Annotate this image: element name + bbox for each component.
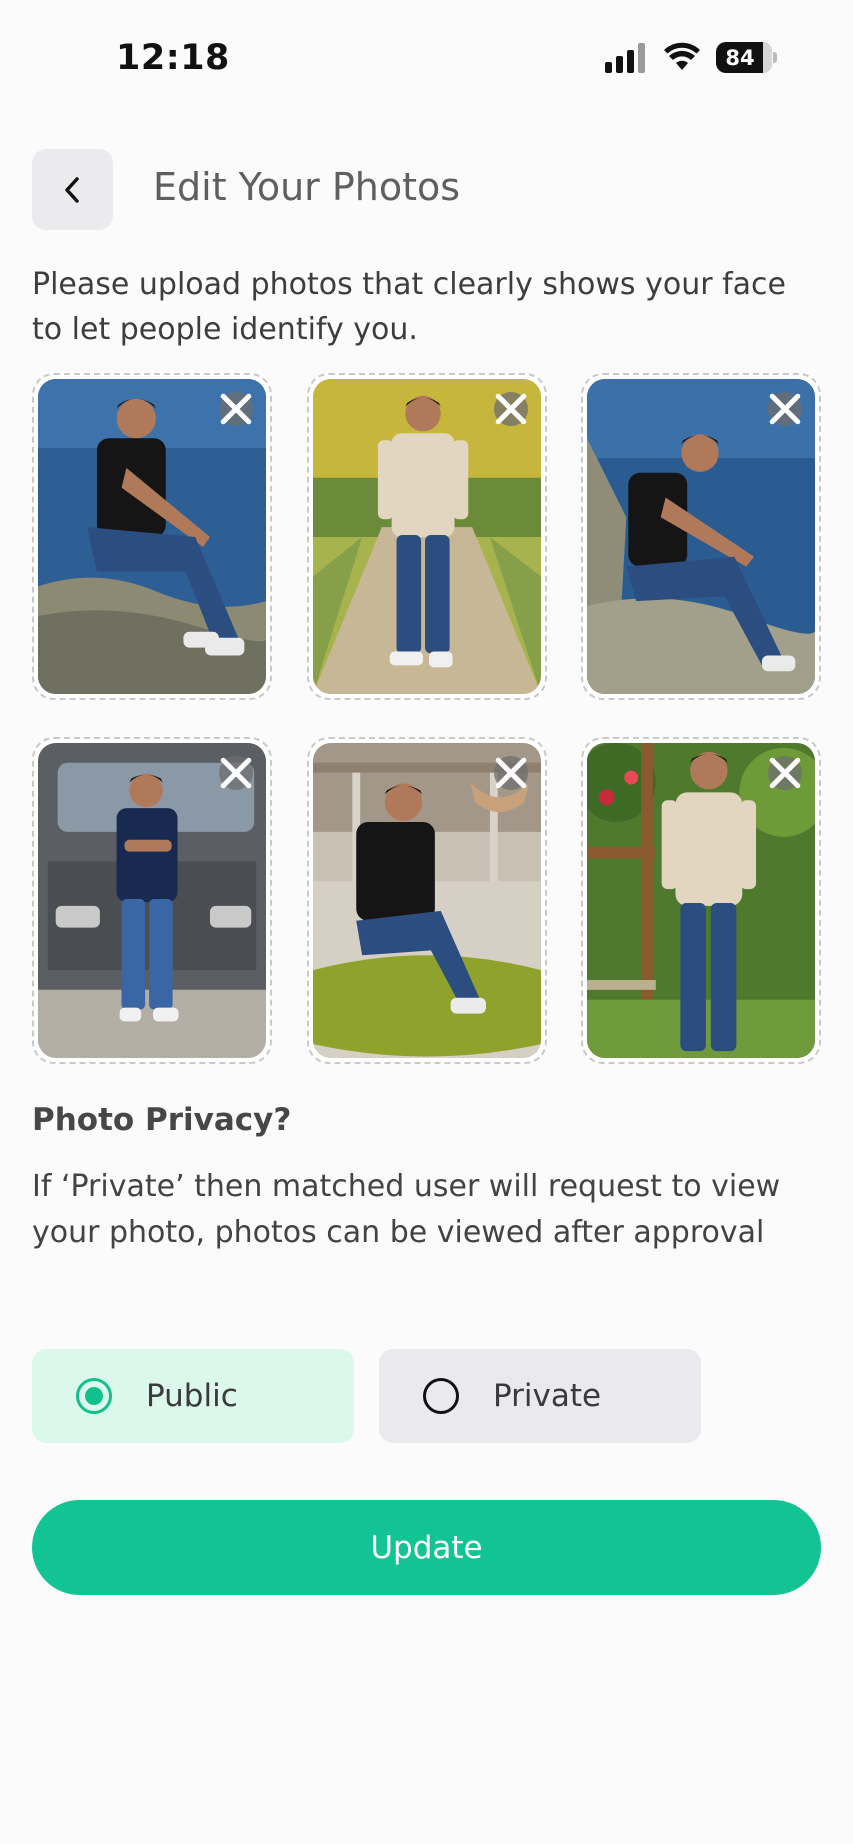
edit-photos-screen: 12:18 84 Edit Your Photos Please upload … bbox=[0, 0, 853, 1844]
photo bbox=[38, 743, 266, 1058]
wifi-icon bbox=[664, 42, 700, 70]
close-icon bbox=[769, 757, 801, 789]
battery-icon: 84 bbox=[716, 42, 777, 73]
remove-photo-button[interactable] bbox=[768, 392, 802, 426]
battery-percent: 84 bbox=[725, 45, 755, 70]
photo-tile[interactable] bbox=[307, 373, 547, 700]
status-bar: 12:18 84 bbox=[0, 0, 853, 110]
photo-tile[interactable] bbox=[581, 373, 821, 700]
privacy-description: If ‘Private’ then matched user will requ… bbox=[32, 1169, 781, 1250]
remove-photo-button[interactable] bbox=[219, 756, 253, 790]
back-button[interactable] bbox=[32, 149, 113, 230]
remove-photo-button[interactable] bbox=[768, 756, 802, 790]
close-icon bbox=[220, 393, 252, 425]
radio-selected-icon[interactable] bbox=[76, 1378, 112, 1414]
photo bbox=[587, 379, 815, 694]
photo bbox=[587, 743, 815, 1058]
close-icon bbox=[220, 757, 252, 789]
photo-tile[interactable] bbox=[307, 737, 547, 1064]
remove-photo-button[interactable] bbox=[219, 392, 253, 426]
page-title: Edit Your Photos bbox=[153, 165, 461, 209]
photo bbox=[313, 743, 541, 1058]
privacy-option-label: Public bbox=[146, 1378, 238, 1414]
chevron-left-icon bbox=[64, 176, 79, 203]
photo-tile[interactable] bbox=[32, 737, 272, 1064]
close-icon bbox=[495, 757, 527, 789]
status-time: 12:18 bbox=[116, 38, 230, 78]
remove-photo-button[interactable] bbox=[494, 756, 528, 790]
photo-tile[interactable] bbox=[581, 737, 821, 1064]
close-icon bbox=[495, 393, 527, 425]
close-icon bbox=[769, 393, 801, 425]
photo-tile[interactable] bbox=[32, 373, 272, 700]
remove-photo-button[interactable] bbox=[494, 392, 528, 426]
update-button[interactable]: Update bbox=[32, 1500, 821, 1595]
privacy-option-public[interactable]: Public bbox=[32, 1349, 354, 1443]
upload-instructions: Please upload photos that clearly shows … bbox=[32, 267, 786, 347]
radio-unselected-icon[interactable] bbox=[423, 1378, 459, 1414]
battery-level bbox=[763, 42, 772, 73]
privacy-option-label: Private bbox=[493, 1378, 602, 1414]
photo bbox=[313, 379, 541, 694]
signal-icon bbox=[605, 43, 647, 73]
privacy-option-private[interactable]: Private bbox=[379, 1349, 701, 1443]
privacy-heading: Photo Privacy? bbox=[32, 1102, 292, 1138]
photo bbox=[38, 379, 266, 694]
